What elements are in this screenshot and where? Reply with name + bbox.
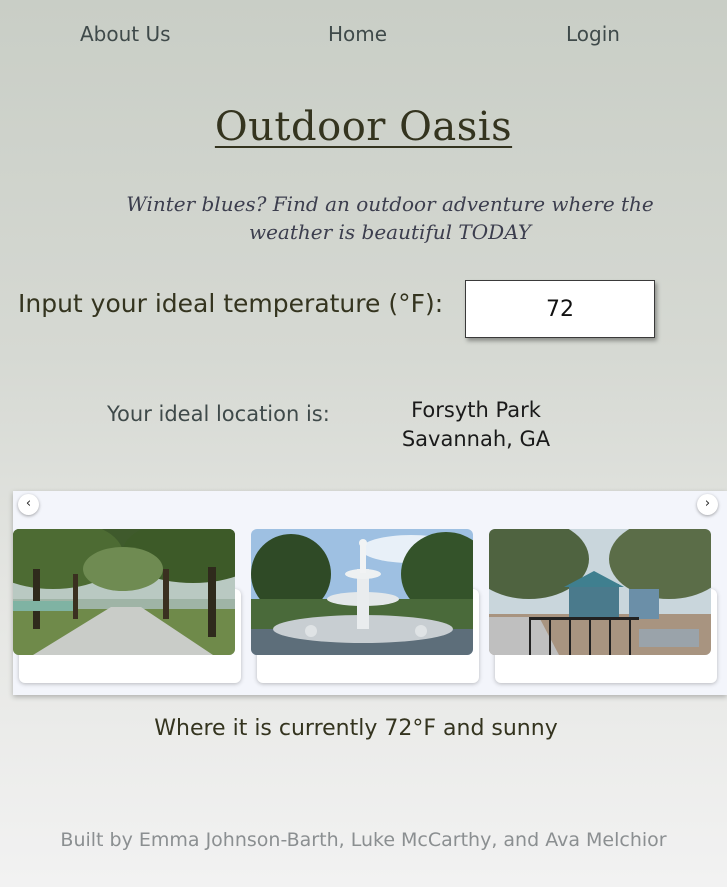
top-nav: About Us Home Login — [0, 22, 727, 52]
nav-home-link[interactable]: Home — [328, 22, 387, 46]
nav-about-us-link[interactable]: About Us — [80, 22, 171, 46]
weather-status: Where it is currently 72°F and sunny — [154, 716, 558, 741]
chevron-right-icon[interactable]: › — [697, 494, 718, 515]
carousel-card[interactable] — [13, 529, 241, 683]
carousel-card[interactable] — [489, 529, 717, 683]
photo-carousel: ‹ › — [13, 491, 727, 695]
nav-login-link[interactable]: Login — [566, 22, 620, 46]
oak-lined-path-photo — [13, 529, 235, 655]
location-result: Forsyth Park Savannah, GA — [386, 396, 566, 454]
location-label: Your ideal location is: — [107, 402, 330, 426]
page-subtitle: Winter blues? Find an outdoor adventure … — [126, 192, 654, 244]
chevron-left-icon[interactable]: ‹ — [18, 494, 39, 515]
temperature-label: Input your ideal temperature (°F): — [18, 289, 444, 318]
temperature-input[interactable] — [465, 280, 655, 338]
footer-credits: Built by Emma Johnson-Barth, Luke McCart… — [60, 829, 667, 851]
playground-photo — [489, 529, 711, 655]
page-title: Outdoor Oasis — [214, 104, 513, 150]
fountain-photo — [251, 529, 473, 655]
location-name: Forsyth Park — [411, 398, 541, 422]
carousel-card[interactable] — [251, 529, 479, 683]
location-city: Savannah, GA — [401, 427, 551, 451]
